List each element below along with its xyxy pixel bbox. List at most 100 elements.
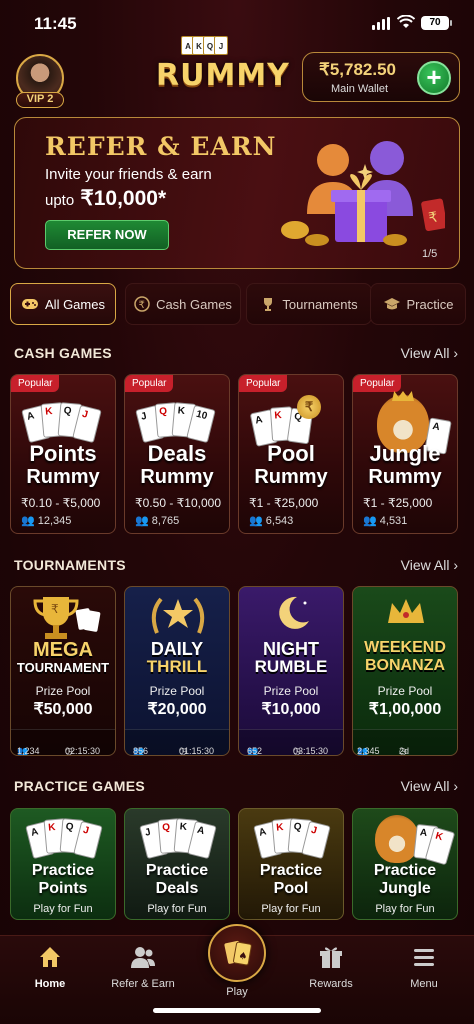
cash-game-card-jungle[interactable]: Popular A Jungle Rummy ₹1 - ₹25,000 👥 4,… xyxy=(352,374,458,534)
playing-cards-icon: JQKA xyxy=(139,818,219,865)
online-players: 👥 4,531 xyxy=(363,515,408,527)
popular-badge: Popular xyxy=(353,375,402,392)
users-icon: 👥 xyxy=(135,515,149,527)
game-subtitle: Rummy xyxy=(368,466,442,488)
prize-pool-label: Prize Pool xyxy=(377,684,433,698)
banner-amount-line: upto ₹10,000* xyxy=(45,187,167,210)
practice-title: Practice xyxy=(31,862,95,879)
refer-earn-banner[interactable]: REFER & EARN Invite your friends & earn … xyxy=(14,117,460,269)
cash-game-card-points[interactable]: Popular AKQJ Points Rummy ₹0.10 - ₹5,000… xyxy=(10,374,116,534)
cash-game-card-pool[interactable]: Popular AKQ ₹ Pool Rummy ₹1 - ₹25,000 👥 … xyxy=(238,374,344,534)
wallet-amount: ₹5,782.50 xyxy=(319,60,396,79)
practice-title: Practice xyxy=(373,862,437,879)
logo-cards-icon: AKQJ xyxy=(181,36,228,55)
play-for-fun-label: Play for Fun xyxy=(261,903,321,915)
nav-menu[interactable]: Menu xyxy=(384,944,464,990)
rummy-logo: AKQJ RUMMY xyxy=(150,36,289,100)
svg-text:₹: ₹ xyxy=(51,602,59,616)
refer-people-icon xyxy=(131,947,155,968)
crown-icon xyxy=(388,599,424,623)
signal-icon xyxy=(372,17,390,30)
tournament-footer: 👥 856 ◷ 01:15:30 xyxy=(125,729,229,755)
gamepad-icon xyxy=(22,299,39,309)
nav-rewards[interactable]: Rewards xyxy=(291,944,371,990)
practice-subtitle: Jungle xyxy=(379,880,431,897)
practice-games-view-all[interactable]: View All › xyxy=(401,778,458,794)
category-tabs: All Games ₹ Cash Games Tournaments Pract… xyxy=(10,283,470,325)
prize-amount: ₹20,000 xyxy=(147,701,207,718)
practice-card-points[interactable]: AKQJ Practice Points Play for Fun xyxy=(10,808,116,920)
laurel-star-icon xyxy=(151,597,205,634)
tournaments-view-all[interactable]: View All › xyxy=(401,557,458,573)
prize-pool-label: Prize Pool xyxy=(263,684,319,698)
banner-subtitle: Invite your friends & earn xyxy=(45,166,212,183)
graduation-cap-icon xyxy=(383,298,400,310)
playing-cards-icon: AKQJ xyxy=(25,818,105,865)
play-for-fun-label: Play for Fun xyxy=(33,903,93,915)
popular-badge: Popular xyxy=(239,375,288,392)
tournament-card-night[interactable]: NIGHT RUMBLE Prize Pool ₹10,000 👥 652 ◷ … xyxy=(238,586,344,756)
practice-games-heading: PRACTICE GAMES xyxy=(14,778,145,794)
app-header: VIP 2 AKQJ RUMMY ₹5,782.50 Main Wallet + xyxy=(0,36,474,110)
practice-title: Practice xyxy=(259,862,323,879)
prize-pool-label: Prize Pool xyxy=(35,684,91,698)
refer-now-button[interactable]: REFER NOW xyxy=(45,220,169,250)
prize-amount: ₹50,000 xyxy=(33,701,93,718)
game-title: Jungle xyxy=(369,441,441,466)
home-icon xyxy=(40,947,60,967)
users-icon: 👥 xyxy=(363,515,377,527)
users-icon: 👥 xyxy=(21,515,35,527)
status-time: 11:45 xyxy=(34,14,77,33)
vip-badge: VIP 2 xyxy=(16,92,64,108)
tab-practice[interactable]: Practice xyxy=(370,283,466,325)
cash-games-heading: CASH GAMES xyxy=(14,345,112,361)
banner-title: REFER & EARN xyxy=(45,132,277,161)
users-icon: 👥 xyxy=(249,515,263,527)
home-indicator xyxy=(153,1008,321,1013)
online-players: 👥 8,765 xyxy=(135,515,180,527)
rupee-coin-icon: ₹ xyxy=(134,296,150,312)
prize-pool-label: Prize Pool xyxy=(149,684,205,698)
tournament-name-line2: TOURNAMENT xyxy=(16,660,110,675)
popular-badge: Popular xyxy=(125,375,174,392)
game-subtitle: Rummy xyxy=(140,466,214,488)
nav-home[interactable]: Home xyxy=(10,944,90,990)
tournaments-heading: TOURNAMENTS xyxy=(14,557,126,573)
tab-cash-games[interactable]: ₹ Cash Games xyxy=(125,283,241,325)
nav-refer-earn[interactable]: Refer & Earn xyxy=(103,944,183,990)
battery-icon: 70 xyxy=(421,16,452,30)
stake-range: ₹1 - ₹25,000 xyxy=(363,496,433,510)
banner-amount: ₹10,000* xyxy=(80,187,167,210)
tournament-card-daily[interactable]: DAILY THRILL Prize Pool ₹20,000 👥 856 ◷ … xyxy=(124,586,230,756)
status-bar: 11:45 70 xyxy=(0,0,474,44)
tiger-icon: AK xyxy=(367,815,456,866)
tournament-card-weekend[interactable]: WEEKEND BONANZA Prize Pool ₹1,00,000 👥 2… xyxy=(352,586,458,756)
add-money-button[interactable]: + xyxy=(417,61,451,95)
trophy-icon: ₹ xyxy=(33,597,101,639)
gift-icon xyxy=(320,947,342,968)
tab-tournaments[interactable]: Tournaments xyxy=(246,283,372,325)
online-players: 👥 6,543 xyxy=(249,515,294,527)
cash-games-view-all[interactable]: View All › xyxy=(401,345,458,361)
tab-all-games[interactable]: All Games xyxy=(10,283,116,325)
banner-pager: 1/5 xyxy=(422,248,438,260)
practice-card-deals[interactable]: JQKA Practice Deals Play for Fun xyxy=(124,808,230,920)
stake-range: ₹0.10 - ₹5,000 xyxy=(21,496,101,510)
online-players: 👥 12,345 xyxy=(21,515,72,527)
wallet-panel[interactable]: ₹5,782.50 Main Wallet + xyxy=(302,52,460,102)
practice-card-pool[interactable]: AKQJ Practice Pool Play for Fun xyxy=(238,808,344,920)
practice-card-jungle[interactable]: AK Practice Jungle Play for Fun xyxy=(352,808,458,920)
game-title: Points xyxy=(29,441,97,466)
game-subtitle: Rummy xyxy=(254,466,328,488)
play-button[interactable]: ♠ xyxy=(208,924,266,982)
tournament-footer: 👥 652 ◷ 03:15:30 xyxy=(239,729,343,755)
cash-game-card-deals[interactable]: Popular J Q K 10 Deals Rummy ₹0.50 - ₹10,00… xyxy=(124,374,230,534)
game-title: Pool xyxy=(267,441,315,466)
game-title: Deals xyxy=(147,441,207,466)
prize-amount: ₹10,000 xyxy=(261,701,321,718)
play-for-fun-label: Play for Fun xyxy=(147,903,207,915)
tournament-card-mega[interactable]: ₹ MEGA TOURNAMENT Prize Pool ₹50,000 👥 1… xyxy=(10,586,116,756)
popular-badge: Popular xyxy=(11,375,60,392)
practice-subtitle: Deals xyxy=(155,880,199,897)
trophy-icon xyxy=(264,298,273,311)
